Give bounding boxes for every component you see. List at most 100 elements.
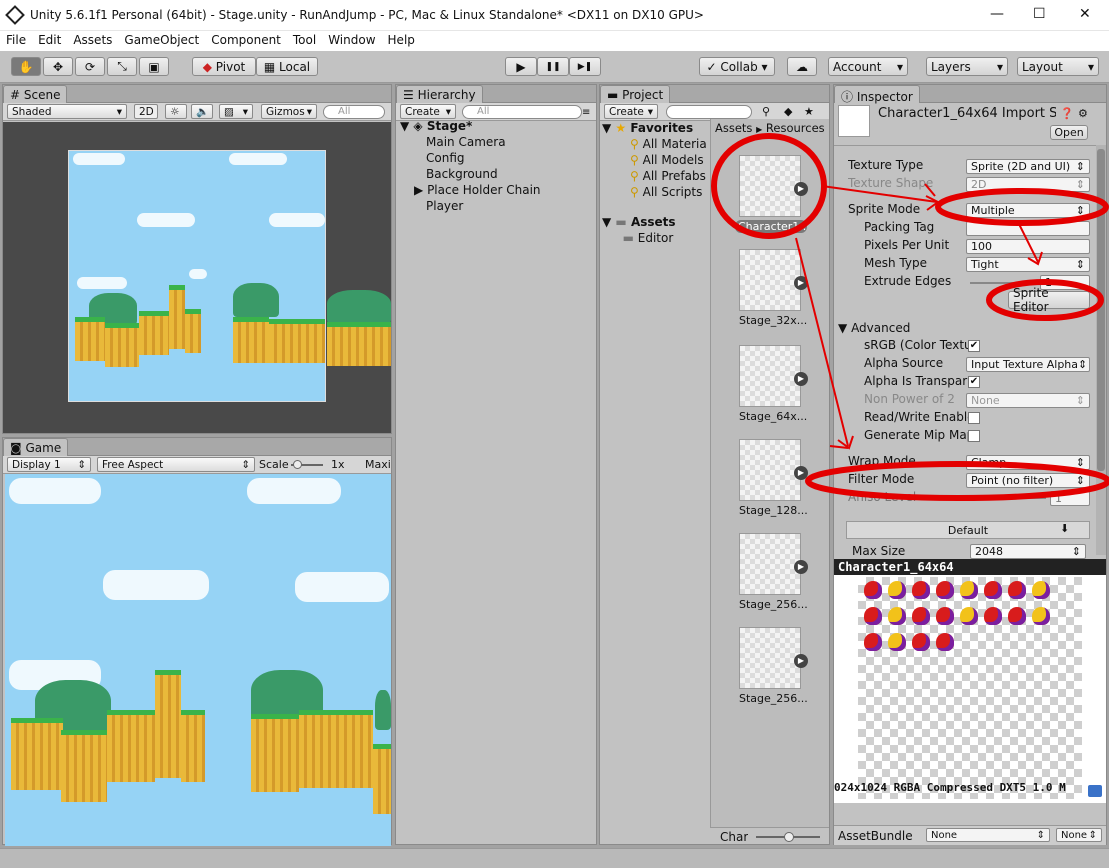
game-viewport[interactable] (5, 474, 391, 846)
default-platform-tab[interactable]: Default (846, 521, 1090, 539)
audio-toggle[interactable]: 🔈 (191, 104, 213, 119)
setting-dropdown[interactable]: Tight ⇕ (966, 257, 1090, 272)
step-button[interactable]: ▶❚ (569, 57, 601, 76)
hierarchy-item[interactable]: Background (400, 167, 594, 183)
scene-root-item[interactable]: ▼ ◈ Stage* (400, 119, 594, 135)
assets-root-folder[interactable]: ▼ ▬ Assets (602, 215, 710, 231)
setting-dropdown[interactable]: None ⇕ (966, 393, 1090, 408)
asset-thumbnail[interactable]: ▶ (739, 439, 808, 501)
favorite-item[interactable]: ⚲ All Materia (602, 137, 710, 153)
layers-dropdown[interactable]: Layers ▾ (926, 57, 1008, 76)
play-preview-icon[interactable]: ▶ (794, 560, 808, 574)
setting-field[interactable] (966, 221, 1090, 236)
move-tool-button[interactable]: ✥ (43, 57, 73, 76)
inspector-scrollbar[interactable] (1096, 145, 1106, 555)
local-toggle[interactable]: ▦ Local (256, 57, 318, 76)
tab-hierarchy[interactable]: ☰ Hierarchy (396, 85, 483, 103)
menu-gameobject[interactable]: GameObject (118, 31, 205, 47)
menu-edit[interactable]: Edit (32, 31, 67, 47)
pivot-toggle[interactable]: ◆ Pivot (192, 57, 256, 76)
tab-game[interactable]: ◙ Game (3, 438, 69, 456)
play-preview-icon[interactable]: ▶ (794, 182, 808, 196)
extrude-edges-slider[interactable] (970, 282, 1040, 284)
menu-assets[interactable]: Assets (67, 31, 118, 47)
layout-dropdown[interactable]: Layout ▾ (1017, 57, 1099, 76)
project-search-input[interactable] (666, 105, 752, 119)
open-button[interactable]: Open (1050, 125, 1088, 140)
panel-menu-icon[interactable]: ≡ (582, 107, 590, 118)
aniso-value-field[interactable]: 1 (1050, 491, 1090, 506)
asset-thumbnail[interactable]: ▶ (739, 155, 808, 217)
hand-tool-button[interactable]: ✋ (11, 57, 41, 76)
assetbundle-dropdown[interactable]: None ⇕ (926, 828, 1050, 842)
aspect-dropdown[interactable]: Free Aspect ⇕ (97, 457, 255, 472)
menu-window[interactable]: Window (322, 31, 381, 47)
assetbundle-variant-dropdown[interactable]: None ⇕ (1056, 828, 1102, 842)
pause-button[interactable]: ❚❚ (537, 57, 569, 76)
help-icon[interactable]: ❓ (1060, 107, 1074, 120)
hierarchy-item[interactable]: Player (400, 199, 594, 215)
tab-project[interactable]: ▬ Project (600, 85, 671, 103)
scrollbar-thumb[interactable] (1097, 149, 1105, 471)
advanced-foldout[interactable]: ▼ Advanced (838, 321, 910, 335)
scene-viewport[interactable] (3, 122, 391, 433)
hierarchy-item[interactable]: Main Camera (400, 135, 594, 151)
effects-dropdown[interactable]: ▨ ▾ (219, 104, 253, 119)
gizmos-dropdown[interactable]: Gizmos ▾ (261, 104, 317, 119)
hierarchy-create-dropdown[interactable]: Create ▾ (400, 104, 456, 119)
setting-checkbox[interactable] (968, 430, 980, 442)
setting-checkbox[interactable]: ✔ (968, 340, 980, 352)
project-folder-item[interactable]: ▬ Editor (602, 231, 710, 247)
play-preview-icon[interactable]: ▶ (794, 654, 808, 668)
label-tag-icon[interactable]: ◆ (784, 105, 792, 118)
2d-toggle[interactable]: 2D (134, 104, 158, 119)
lighting-toggle[interactable]: ☼ (165, 104, 187, 119)
menu-file[interactable]: File (0, 31, 32, 47)
download-icon[interactable]: ⬇ (1060, 522, 1069, 535)
maximize-on-play-toggle[interactable]: Maxi (365, 458, 391, 471)
search-by-type-icon[interactable]: ⚲ (762, 105, 770, 118)
filter-mode-dropdown[interactable]: Point (no filter) ⇕ (966, 473, 1090, 488)
favorites-header[interactable]: ▼ ★ Favorites (602, 121, 710, 137)
play-button[interactable]: ▶ (505, 57, 537, 76)
rect-tool-button[interactable]: ▣ (139, 57, 169, 76)
breadcrumb-resources[interactable]: Resources (766, 121, 825, 135)
tag-icon[interactable] (1088, 785, 1102, 797)
maximize-button[interactable]: ☐ (1033, 6, 1046, 22)
scale-tool-button[interactable]: ⤡ (107, 57, 137, 76)
scale-slider-handle[interactable] (293, 460, 302, 469)
hierarchy-item[interactable]: ▶ Place Holder Chain (400, 183, 594, 199)
star-icon[interactable]: ★ (804, 105, 814, 118)
settings-gear-icon[interactable]: ⚙ (1078, 107, 1088, 120)
favorite-item[interactable]: ⚲ All Models (602, 153, 710, 169)
asset-thumbnail[interactable]: ▶ (739, 249, 808, 311)
tab-scene[interactable]: # Scene (3, 85, 68, 103)
setting-dropdown[interactable]: Sprite (2D and UI) ⇕ (966, 159, 1090, 174)
wrap-mode-dropdown[interactable]: Clamp ⇕ (966, 455, 1090, 470)
favorite-item[interactable]: ⚲ All Prefabs (602, 169, 710, 185)
aniso-slider[interactable] (966, 497, 1046, 499)
menu-tool[interactable]: Tool (287, 31, 322, 47)
display-dropdown[interactable]: Display 1 ⇕ (7, 457, 91, 472)
project-create-dropdown[interactable]: Create ▾ (604, 104, 658, 119)
hierarchy-item[interactable]: Config (400, 151, 594, 167)
breadcrumb-assets[interactable]: Assets (715, 121, 752, 135)
setting-field[interactable]: 100 (966, 239, 1090, 254)
setting-dropdown[interactable]: Multiple ⇕ (966, 203, 1090, 218)
shading-mode-dropdown[interactable]: Shaded ▾ (7, 104, 127, 119)
asset-thumbnail[interactable]: ▶ (739, 345, 808, 407)
setting-checkbox[interactable]: ✔ (968, 376, 980, 388)
setting-dropdown[interactable]: Input Texture Alpha ⇕ (966, 357, 1090, 372)
menu-component[interactable]: Component (205, 31, 287, 47)
thumbnail-size-slider-handle[interactable] (784, 832, 794, 842)
setting-dropdown[interactable]: 2D ⇕ (966, 177, 1090, 192)
minimize-button[interactable]: — (990, 6, 1004, 22)
close-button[interactable]: ✕ (1079, 6, 1091, 22)
hierarchy-search-input[interactable]: All (462, 105, 582, 119)
asset-thumbnail[interactable]: ▶ (739, 627, 808, 689)
setting-checkbox[interactable] (968, 412, 980, 424)
play-preview-icon[interactable]: ▶ (794, 466, 808, 480)
scene-search-input[interactable]: All (323, 105, 385, 119)
sprite-editor-button[interactable]: Sprite Editor (1008, 286, 1090, 314)
play-preview-icon[interactable]: ▶ (794, 276, 808, 290)
